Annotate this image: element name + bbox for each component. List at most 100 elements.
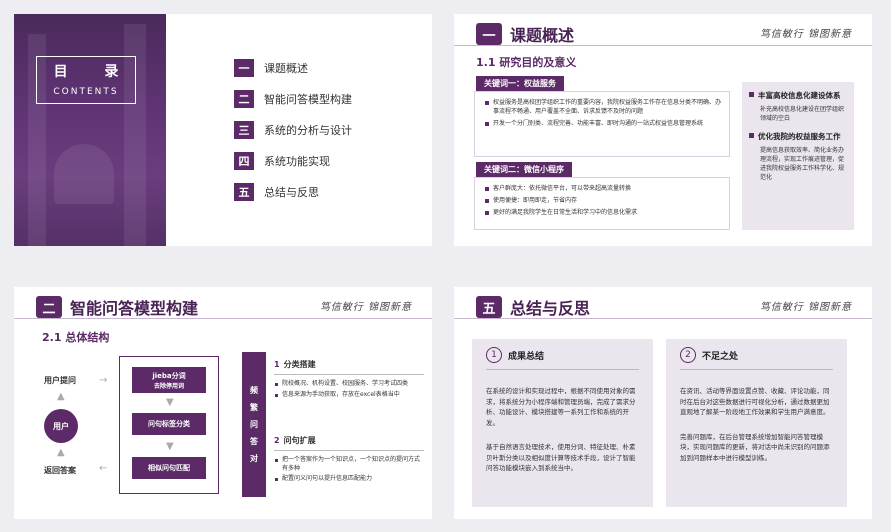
step-line1: 相似问句匹配	[148, 464, 190, 472]
keyword-box: 权益服务是高校团学组织工作的重要内容，我院权益服务工作存在信息分类不明确、办事流…	[474, 91, 730, 157]
slide-summary[interactable]: 五 总结与反思 笃信敏行 锦图新意 1 成果总结 在系统的设计和实现过程中，根据…	[454, 287, 872, 519]
significance-heading: 丰富高校信息化建设体系	[748, 90, 848, 101]
section-title: 2.1 总体结构	[42, 331, 110, 344]
section-rule	[274, 450, 424, 451]
slide-title: 课题概述	[510, 26, 575, 45]
pipeline-step: 相似问句匹配	[132, 457, 206, 479]
classification-section: 1 分类搭建 院校概况、机构设置、校园服务、学习考试四类 信息来源为手动获取，存放…	[274, 359, 424, 401]
significance-heading: 优化我院的权益服务工作	[748, 131, 848, 142]
card-paragraph: 完善问题库，在后台管理系统增加智能问答管理模块，实现问题库的更新，将对话中尚未识…	[680, 432, 830, 462]
vbar-char: 繁	[250, 403, 258, 412]
pipeline-frame: jieba分词 去除停用词 ▼ 问句标签分类 ▼ 相似问句匹配	[119, 356, 219, 494]
slide-title: 总结与反思	[510, 299, 591, 318]
arrow-down-icon: ▼	[166, 397, 174, 408]
step-line2: 去除停用词	[153, 382, 184, 390]
slide-contents[interactable]: 目 录 CONTENTS 一 课题概述 二 智能问答模型构建 三 系统的分析与设…	[14, 14, 432, 246]
slide-header: 二 智能问答模型构建	[36, 295, 198, 319]
card-header: 2 不足之处	[680, 347, 833, 363]
slide-overview[interactable]: 一 课题概述 笃信敏行 锦图新意 1.1 研究目的及意义 关键词一：权益服务 权…	[454, 14, 872, 246]
bullet-text: 客户群庞大：依托微信平台，可以带来超高流量转换	[483, 184, 721, 193]
vbar-char: 问	[250, 420, 258, 429]
vbar-char: 对	[250, 454, 258, 463]
header-divider	[454, 45, 872, 46]
card-paragraph: 在系统的设计和实现过程中，根据不同使用对象的需求，将系统分为小程序端和管理员端，…	[486, 387, 636, 427]
toc-label: 课题概述	[264, 62, 308, 75]
shortcomings-card: 2 不足之处 在资讯、活动等界面设置点赞、收藏、评论功能，同时在后台对这些数据进…	[666, 339, 847, 507]
bullet-text: 配置问义问句以提升信息匹配能力	[274, 475, 424, 484]
vbar-char: 答	[250, 437, 258, 446]
significance-panel: 丰富高校信息化建设体系 补充高校信息化建设在团学组织领域的空白 优化我院的权益服…	[742, 82, 854, 230]
vbar-char: 频	[250, 386, 258, 395]
bullet-text: 权益服务是高校团学组织工作的重要内容，我院权益服务工作存在信息分类不明确、办事流…	[483, 98, 721, 116]
section-heading-number: 1	[274, 360, 280, 369]
toc-item[interactable]: 三 系统的分析与设计	[234, 120, 352, 140]
step-line1: jieba分词	[152, 371, 186, 380]
photo-lion-statue	[54, 144, 114, 204]
keyword-tag: 关键词一：权益服务	[476, 76, 564, 91]
section-rule	[274, 374, 424, 375]
slide-header: 一 课题概述	[476, 22, 574, 46]
toc-number: 三	[234, 121, 254, 139]
arrow-right-icon: →	[99, 375, 108, 386]
toc-item[interactable]: 四 系统功能实现	[234, 151, 352, 171]
header-divider	[14, 318, 432, 319]
toc-number: 四	[234, 152, 254, 170]
pipeline-step: 问句标签分类	[132, 413, 206, 435]
arrow-left-icon: ←	[99, 463, 108, 474]
section-heading-number: 2	[274, 436, 280, 445]
toc-label: 智能问答模型构建	[264, 93, 352, 106]
section-number: 五	[476, 296, 502, 318]
bullet-text: 把一个答案作为一个知识点，一个知识点的提问方式有多种	[274, 456, 424, 473]
bullet-text: 更好的满足我院学生在日常生活和学习中的信息化需求	[483, 208, 721, 217]
keyword-tag: 关键词二：微信小程序	[476, 162, 572, 177]
card-paragraph: 基于自然语言处理技术，使用分词、特征处理、朴素贝叶斯分类以及相似度计算等技术手段…	[486, 443, 636, 472]
arrow-down-icon: ▼	[166, 441, 174, 452]
card-paragraph: 在资讯、活动等界面设置点赞、收藏、评论功能，同时在后台对这些数据进行可视化分析，…	[680, 387, 830, 416]
toc-item[interactable]: 一 课题概述	[234, 58, 352, 78]
campus-photo	[14, 14, 166, 246]
section-heading: 2 问句扩展	[274, 435, 424, 446]
school-motto-logo: 笃信敏行 锦图新意	[319, 302, 412, 313]
card-header: 1 成果总结	[486, 347, 639, 363]
bullet-text: 开发一个分门别类、流程完善、功能丰富、即时沟通的一站式权益信息管理系统	[483, 119, 721, 128]
section-number: 一	[476, 23, 502, 45]
toc-item[interactable]: 五 总结与反思	[234, 182, 352, 202]
card-number: 1	[486, 347, 502, 363]
bullet-text: 信息来源为手动获取，存放在excel表格当中	[274, 391, 424, 400]
card-rule	[486, 369, 639, 370]
arrow-up-icon: ▲	[57, 447, 65, 458]
school-motto-logo: 笃信敏行 锦图新意	[759, 29, 852, 40]
contents-subtitle: CONTENTS	[53, 87, 119, 97]
expansion-section: 2 问句扩展 把一个答案作为一个知识点，一个知识点的提问方式有多种 配置问义问句以…	[274, 435, 424, 486]
faq-vertical-label: 频 繁 问 答 对	[242, 352, 266, 497]
slide-header: 五 总结与反思	[476, 295, 590, 319]
section-number: 二	[36, 296, 62, 318]
bullet-text: 使用便捷：即用即走，节省内存	[483, 196, 721, 205]
toc-label: 系统功能实现	[264, 155, 330, 168]
return-answer-label: 返回答案	[44, 466, 76, 475]
user-ask-label: 用户提问	[44, 376, 76, 385]
toc-number: 一	[234, 59, 254, 77]
card-rule	[680, 369, 833, 370]
table-of-contents: 一 课题概述 二 智能问答模型构建 三 系统的分析与设计 四 系统功能实现 五 …	[234, 58, 352, 213]
toc-number: 二	[234, 90, 254, 108]
slide-qa-model[interactable]: 二 智能问答模型构建 笃信敏行 锦图新意 2.1 总体结构 用户提问 ▲ 用户 …	[14, 287, 432, 519]
section-heading-text: 问句扩展	[283, 436, 316, 445]
section-title: 1.1 研究目的及意义	[476, 56, 577, 69]
card-title: 不足之处	[702, 351, 739, 362]
section-heading: 1 分类搭建	[274, 359, 424, 370]
significance-text: 补充高校信息化建设在团学组织领域的空白	[760, 106, 845, 122]
pipeline-step: jieba分词 去除停用词	[132, 367, 206, 393]
card-title: 成果总结	[508, 351, 545, 362]
contents-title-box: 目 录 CONTENTS	[36, 56, 136, 104]
toc-label: 总结与反思	[264, 186, 319, 199]
toc-number: 五	[234, 183, 254, 201]
keyword-box: 客户群庞大：依托微信平台，可以带来超高流量转换 使用便捷：即用即走，节省内存 更…	[474, 177, 730, 230]
toc-item[interactable]: 二 智能问答模型构建	[234, 89, 352, 109]
bullet-text: 院校概况、机构设置、校园服务、学习考试四类	[274, 380, 424, 389]
section-heading-text: 分类搭建	[283, 360, 316, 369]
header-divider	[454, 318, 872, 319]
card-number: 2	[680, 347, 696, 363]
arrow-up-icon: ▲	[57, 391, 65, 402]
user-node: 用户	[44, 409, 78, 443]
